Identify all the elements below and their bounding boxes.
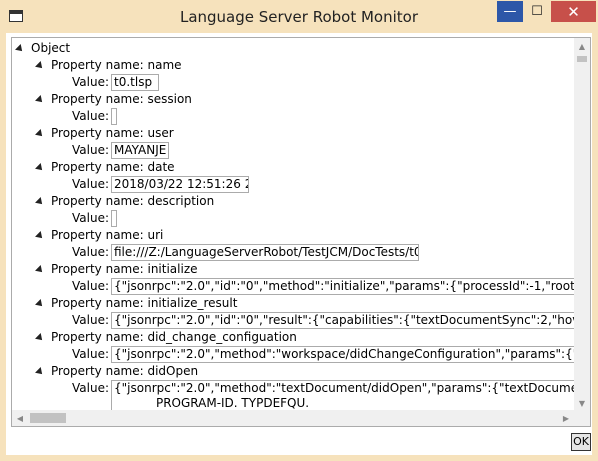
property-name-label: Property name: name (51, 58, 182, 72)
property-node[interactable]: Property name: name (35, 57, 182, 74)
value-label: Value: (72, 347, 109, 361)
property-value-field[interactable]: t0.tlsp (111, 74, 159, 91)
property-name-label: Property name: did_change_configuation (51, 330, 297, 344)
property-name-label: Property name: initialize_result (51, 296, 238, 310)
property-node[interactable]: Property name: initialize_result (35, 295, 238, 312)
client-area: Object Property name: name Value: t0.tlsp P… (6, 33, 592, 455)
property-node[interactable]: Property name: initialize (35, 261, 198, 278)
property-name-label: Property name: initialize (51, 262, 198, 276)
expanded-triangle-icon[interactable] (35, 366, 45, 377)
property-value-field[interactable]: MAYANJE (111, 142, 169, 159)
property-node[interactable]: Property name: user (35, 125, 174, 142)
value-label: Value: (72, 313, 109, 327)
property-node[interactable]: Property name: didOpen (35, 363, 199, 380)
scroll-up-arrow-icon[interactable]: ▲ (574, 38, 590, 54)
app-window: Language Server Robot Monitor — ☐ ✕ Obje… (0, 0, 598, 461)
value-label: Value: (72, 381, 109, 395)
value-label: Value: (72, 279, 109, 293)
property-name-label: Property name: uri (51, 228, 164, 242)
expanded-triangle-icon[interactable] (35, 128, 45, 139)
expanded-triangle-icon[interactable] (35, 332, 45, 343)
vertical-scroll-thumb[interactable] (577, 56, 587, 62)
value-label: Value: (72, 211, 109, 225)
expanded-triangle-icon[interactable] (35, 196, 45, 207)
property-value-field[interactable]: {"jsonrpc":"2.0","id":"0","result":{"cap… (111, 312, 581, 329)
value-label: Value: (72, 75, 109, 89)
title-bar[interactable]: Language Server Robot Monitor — ☐ ✕ (0, 0, 598, 33)
scroll-right-arrow-icon[interactable]: ▶ (558, 410, 574, 426)
horizontal-scroll-thumb[interactable] (30, 413, 66, 423)
value-label: Value: (72, 177, 109, 191)
expanded-triangle-icon[interactable] (15, 43, 25, 54)
property-name-label: Property name: user (51, 126, 174, 140)
property-name-label: Property name: description (51, 194, 215, 208)
property-value-field[interactable]: {"jsonrpc":"2.0","id":"0","method":"init… (111, 278, 581, 295)
minimize-button[interactable]: — (497, 1, 523, 22)
property-name-label: Property name: didOpen (51, 364, 199, 378)
property-value-field[interactable] (111, 108, 117, 125)
value-label: Value: (72, 143, 109, 157)
property-name-label: Property name: session (51, 92, 192, 106)
property-node[interactable]: Property name: session (35, 91, 192, 108)
close-button[interactable]: ✕ (551, 1, 596, 22)
expanded-triangle-icon[interactable] (35, 94, 45, 105)
maximize-button[interactable]: ☐ (524, 1, 550, 22)
property-name-label: Property name: date (51, 160, 175, 174)
scrollbar-corner (574, 410, 590, 426)
property-value-field[interactable]: {"jsonrpc":"2.0","method":"workspace/did… (111, 346, 581, 363)
expanded-triangle-icon[interactable] (35, 230, 45, 241)
object-tree-view[interactable]: Object Property name: name Value: t0.tlsp P… (11, 37, 591, 427)
expanded-triangle-icon[interactable] (35, 60, 45, 71)
expanded-triangle-icon[interactable] (35, 298, 45, 309)
ok-button[interactable]: OK (571, 433, 591, 451)
scroll-down-arrow-icon[interactable]: ▼ (574, 395, 590, 411)
value-label: Value: (72, 245, 109, 259)
vertical-scrollbar[interactable]: ▲ ▼ (574, 38, 590, 411)
property-value-field[interactable]: 2018/03/22 12:51:26 284 (111, 176, 249, 193)
property-value-field[interactable] (111, 210, 117, 227)
tree-root-node[interactable]: Object (15, 40, 71, 57)
horizontal-scrollbar[interactable]: ◀ ▶ (12, 410, 574, 426)
property-node[interactable]: Property name: date (35, 159, 175, 176)
property-node[interactable]: Property name: description (35, 193, 215, 210)
property-value-field[interactable]: file:///Z:/LanguageServerRobot/TestJCM/D… (111, 244, 419, 261)
property-node[interactable]: Property name: did_change_configuation (35, 329, 297, 346)
scroll-left-arrow-icon[interactable]: ◀ (12, 410, 28, 426)
expanded-triangle-icon[interactable] (35, 162, 45, 173)
expanded-triangle-icon[interactable] (35, 264, 45, 275)
value-label: Value: (72, 109, 109, 123)
tree-root-label: Object (31, 41, 71, 55)
property-node[interactable]: Property name: uri (35, 227, 164, 244)
